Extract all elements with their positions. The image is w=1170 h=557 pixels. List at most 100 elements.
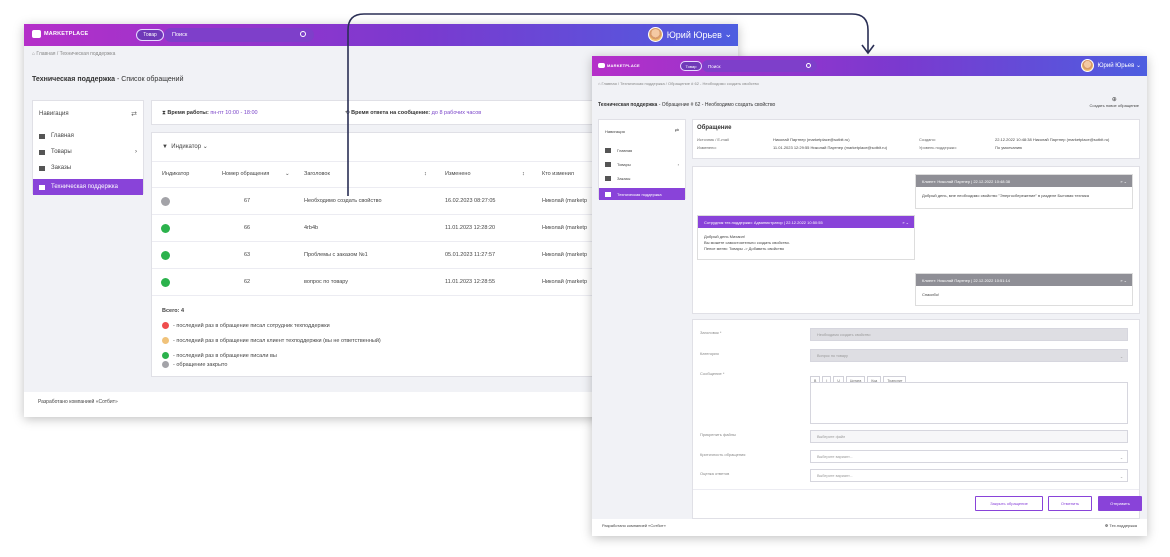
home-icon [39,133,45,139]
user-menu[interactable]: Юрий Юрьев ⌄ [1081,59,1141,72]
level-label: Уровень поддержки: [919,145,957,150]
category-select[interactable]: Вопрос по товару ⌄ [810,349,1128,362]
filter-icon: ▼ [162,144,168,150]
sidebar-item-support[interactable]: Техническая поддержка [599,188,685,200]
box-icon [39,149,45,155]
response-time: ⟲ Время ответа на сообщение: до 8 рабочи… [345,110,482,116]
filter-indicator[interactable]: ▼ Индикатор ⌄ [162,143,208,150]
client-message: Клиент: Николай Партнер | 22.12.2022 10:… [915,273,1133,306]
footer: Разработано компанией «Сотбит» ❁ Тех.под… [592,519,1147,536]
navigation-panel: Навигация ⇄ Главная Товары › Заказы Техни… [32,100,144,195]
client-message: Клиент: Николай Партнер | 22.12.2022 10:… [915,174,1133,209]
criticality-label: Критичность обращения [700,452,746,457]
message-body: Добрый день, мне необходимо свойство "Эн… [922,193,1089,198]
sidebar-item-products[interactable]: Товары › [39,149,137,155]
status-dot [161,278,170,287]
chevron-right-icon: › [135,149,137,155]
breadcrumb[interactable]: ⌂ Главная / Техническая поддержка [32,51,115,57]
legend-item: - обращение закрыто [162,361,227,368]
title-field[interactable]: Необходимо создать свойство [810,328,1128,341]
message-label: Сообщение * [700,371,725,376]
nav-title: Навигация [605,129,625,134]
column-changed-by[interactable]: Кто изменил [542,171,574,177]
source-label: Источник / E-mail [697,137,729,142]
logo[interactable]: MARKETPLACE [32,30,88,38]
search-category-pill[interactable]: Товар [680,61,702,71]
column-indicator[interactable]: Индикатор [162,171,189,177]
legend-dot [162,337,169,344]
sidebar-item-orders[interactable]: Заказы [39,165,71,171]
nav-title: Навигация [39,111,69,117]
column-changed[interactable]: Изменено [445,171,471,177]
support-ticket-window: MARKETPLACE Товар Поиск Юрий Юрьев ⌄ ⌂ Г… [592,56,1147,536]
breadcrumb[interactable]: ⌂ Главная / Техническая поддержка / Обра… [598,81,759,86]
reply-form: Заголовок * Необходимо создать свойство … [692,319,1142,519]
message-actions-icon[interactable]: » ⌄ [1120,278,1127,283]
sidebar-item-home[interactable]: Главная [39,133,74,139]
legend-item: - последний раз в обращение писали вы [162,352,277,359]
top-bar: MARKETPLACE Товар Поиск Юрий Юрьев ⌄ [592,56,1147,76]
rating-select[interactable]: Выберите вариант... ⌄ [810,469,1128,482]
level-value: По умолчанию [995,145,1023,150]
legend-item: - последний раз в обращение писал клиент… [162,337,381,344]
message-actions-icon[interactable]: » ⌄ [902,220,909,225]
search-input[interactable]: Поиск [702,60,817,72]
chevron-right-icon: › [677,162,679,167]
criticality-select[interactable]: Выберите вариант... ⌄ [810,450,1128,463]
close-request-button[interactable]: Закрыть обращение [975,496,1043,511]
support-icon: ❁ [1104,523,1109,528]
plus-chat-icon: ⊕ [1111,97,1117,103]
modified-label: Изменено: [697,145,717,150]
chevron-down-icon: ⌄ [1135,63,1141,69]
chevron-down-icon: ⌄ [1119,355,1123,359]
sidebar-item-products[interactable]: Товары › [605,162,679,167]
logo-icon [598,63,605,68]
cancel-button[interactable]: Отменить [1048,496,1092,511]
box-icon [605,162,611,167]
cart-icon [39,165,45,171]
legend-item: - последний раз в обращение писал сотруд… [162,322,330,329]
sort-icon[interactable]: ↕ [424,171,427,177]
swap-icon[interactable]: ⇄ [131,110,137,118]
cart-icon [605,176,611,181]
work-time: ⧗ Время работы: пн-пт 10:00 - 18:00 [162,110,258,116]
column-number[interactable]: Номер обращения [222,171,269,177]
message-textarea[interactable] [810,382,1128,424]
support-link[interactable]: ❁ Тех.поддержка [1105,523,1137,528]
message-body: Добрый день Михаил! Вы можете самостоятел… [704,234,790,251]
request-details: Обращение Источник / E-mail Николай Парт… [692,119,1140,159]
sidebar-item-home[interactable]: Главная [605,148,632,153]
support-icon [39,184,45,190]
search-icon[interactable] [300,31,306,37]
chevron-down-icon: ⌄ [724,29,732,39]
new-request-button[interactable]: ⊕ Создать новое обращение [1090,96,1140,108]
sort-icon[interactable]: ↕ [522,171,525,177]
search-input[interactable]: Поиск [164,28,314,42]
messages-panel: Клиент: Николай Партнер | 22.12.2022 10:… [692,166,1140,314]
user-menu[interactable]: Юрий Юрьев ⌄ [647,27,732,42]
sort-icon[interactable]: ⌄ [285,171,290,177]
search-category-pill[interactable]: Товар [136,29,164,41]
avatar [647,27,663,42]
created-label: Создано: [919,137,936,142]
swap-icon[interactable]: ⇄ [675,128,679,134]
legend-dot [162,322,169,329]
message-actions-icon[interactable]: » ⌄ [1120,179,1127,184]
page-title: Техническая поддержка - Список обращений [32,76,184,83]
created-value: 22.12.2022 10:48:38 Николай Партнер (mar… [995,137,1110,142]
history-icon: ⟲ [345,110,350,116]
request-heading: Обращение [697,125,732,131]
sidebar-item-orders[interactable]: Заказы [605,176,630,181]
chevron-down-icon: ⌄ [1119,475,1123,479]
sidebar-item-support[interactable]: Техническая поддержка [33,179,143,195]
column-title[interactable]: Заголовок [304,171,330,177]
send-button[interactable]: Отправить [1098,496,1142,511]
rating-label: Оценка ответов [700,471,730,476]
search-icon[interactable] [806,63,811,68]
legend-dot [162,352,169,359]
file-input[interactable]: Выберите файл [810,430,1128,443]
chevron-down-icon: ⌄ [1119,456,1123,460]
support-message: Сотрудник тех.поддержки: Администратор |… [697,215,915,260]
modified-value: 11.01.2023 12:29:55 Николай Партнер (mar… [773,145,888,150]
logo[interactable]: MARKETPLACE [598,63,640,68]
